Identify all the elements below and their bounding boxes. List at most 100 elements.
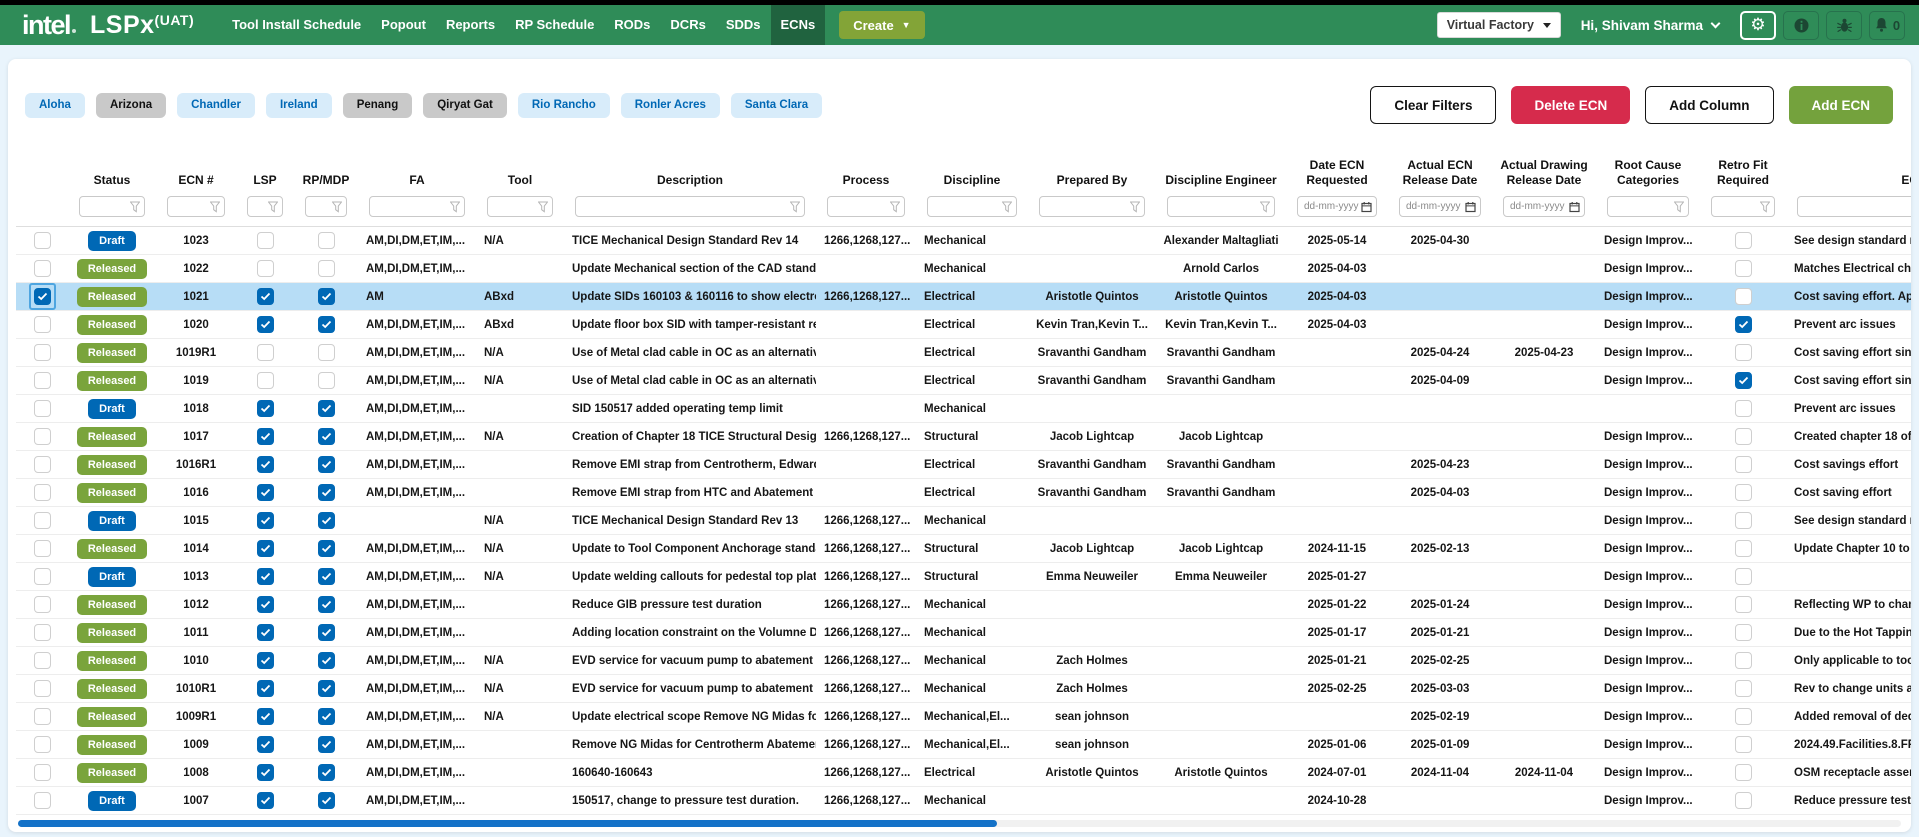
clear-filters-button[interactable]: Clear Filters	[1370, 86, 1496, 124]
filter-funnel-icon[interactable]	[538, 201, 548, 212]
table-row[interactable]: Released1017AM,DI,DM,ET,IM,...N/ACreatio…	[16, 423, 1911, 451]
retro_fit-checkbox[interactable]	[1735, 792, 1752, 809]
status-filter-input[interactable]	[79, 196, 145, 217]
filter-funnel-icon[interactable]	[1674, 201, 1684, 212]
filter-funnel-icon[interactable]	[890, 201, 900, 212]
discipline_engineer-filter-input[interactable]	[1167, 196, 1275, 217]
nav-item-ecns[interactable]: ECNs	[771, 5, 826, 45]
site-chip-ronler-acres[interactable]: Ronler Acres	[621, 93, 720, 118]
description-filter-input[interactable]	[575, 196, 805, 217]
lsp-checkbox[interactable]	[257, 540, 274, 557]
filter-funnel-icon[interactable]	[1260, 201, 1270, 212]
rpmdp-checkbox[interactable]	[318, 512, 335, 529]
calendar-icon[interactable]	[1465, 201, 1476, 212]
row-select-checkbox[interactable]	[34, 568, 51, 585]
retro_fit-checkbox[interactable]	[1735, 568, 1752, 585]
table-row[interactable]: Released1021AMABxdUpdate SIDs 160103 & 1…	[16, 283, 1911, 311]
site-chip-aloha[interactable]: Aloha	[25, 93, 85, 118]
horizontal-scrollbar[interactable]	[18, 820, 1901, 827]
table-row[interactable]: Draft1013AM,DI,DM,ET,IM,...N/AUpdate wel…	[16, 563, 1911, 591]
lsp-checkbox[interactable]	[257, 372, 274, 389]
nav-item-rp-schedule[interactable]: RP Schedule	[505, 5, 604, 45]
add-column-button[interactable]: Add Column	[1645, 86, 1773, 124]
table-row[interactable]: Released1010AM,DI,DM,ET,IM,...N/AEVD ser…	[16, 647, 1911, 675]
actual_ecn_release-filter-input[interactable]: dd-mm-yyyy	[1399, 196, 1481, 217]
site-chip-rio-rancho[interactable]: Rio Rancho	[518, 93, 610, 118]
table-row[interactable]: Released1009R1AM,DI,DM,ET,IM,...N/AUpdat…	[16, 703, 1911, 731]
lsp-checkbox[interactable]	[257, 232, 274, 249]
site-chip-chandler[interactable]: Chandler	[177, 93, 255, 118]
rpmdp-checkbox[interactable]	[318, 792, 335, 809]
row-select-checkbox[interactable]	[34, 680, 51, 697]
rpmdp-checkbox[interactable]	[318, 260, 335, 277]
lsp-filter-input[interactable]	[247, 196, 283, 217]
lsp-checkbox[interactable]	[257, 484, 274, 501]
site-chip-arizona[interactable]: Arizona	[96, 93, 166, 118]
table-row[interactable]: Draft1018AM,DI,DM,ET,IM,...SID 150517 ad…	[16, 395, 1911, 423]
filter-funnel-icon[interactable]	[210, 201, 220, 212]
table-row[interactable]: Released1022AM,DI,DM,ET,IM,...Update Mec…	[16, 255, 1911, 283]
table-row[interactable]: Draft1023AM,DI,DM,ET,IM,...N/ATICE Mecha…	[16, 227, 1911, 255]
rpmdp-checkbox[interactable]	[318, 736, 335, 753]
ecn-filter-input[interactable]	[167, 196, 225, 217]
rpmdp-checkbox[interactable]	[318, 372, 335, 389]
row-select-checkbox[interactable]	[34, 736, 51, 753]
info-button[interactable]	[1783, 11, 1819, 40]
table-row[interactable]: Released1010R1AM,DI,DM,ET,IM,...N/AEVD s…	[16, 675, 1911, 703]
create-button[interactable]: Create ▼	[839, 11, 924, 39]
factory-select[interactable]: Virtual Factory	[1437, 12, 1561, 38]
site-chip-ireland[interactable]: Ireland	[266, 93, 332, 118]
filter-funnel-icon[interactable]	[790, 201, 800, 212]
tool-filter-input[interactable]	[487, 196, 553, 217]
lsp-checkbox[interactable]	[257, 680, 274, 697]
filter-funnel-icon[interactable]	[1130, 201, 1140, 212]
lsp-checkbox[interactable]	[257, 400, 274, 417]
filter-funnel-icon[interactable]	[1002, 201, 1012, 212]
retro_fit-checkbox[interactable]	[1735, 288, 1752, 305]
table-row[interactable]: Released1008AM,DI,DM,ET,IM,...160640-160…	[16, 759, 1911, 787]
table-row[interactable]: Released1019AM,DI,DM,ET,IM,...N/AUse of …	[16, 367, 1911, 395]
discipline-filter-input[interactable]	[927, 196, 1017, 217]
lsp-checkbox[interactable]	[257, 652, 274, 669]
lsp-checkbox[interactable]	[257, 596, 274, 613]
fa-filter-input[interactable]	[369, 196, 465, 217]
nav-item-popout[interactable]: Popout	[371, 5, 436, 45]
filter-funnel-icon[interactable]	[268, 201, 278, 212]
row-select-checkbox[interactable]	[34, 484, 51, 501]
filter-funnel-icon[interactable]	[1760, 201, 1770, 212]
table-row[interactable]: Released1019R1AM,DI,DM,ET,IM,...N/AUse o…	[16, 339, 1911, 367]
retro_fit-checkbox[interactable]	[1735, 652, 1752, 669]
row-select-checkbox[interactable]	[34, 260, 51, 277]
remarks-filter-input[interactable]	[1797, 196, 1911, 217]
actual_drawing_release-filter-input[interactable]: dd-mm-yyyy	[1503, 196, 1585, 217]
nav-item-reports[interactable]: Reports	[436, 5, 505, 45]
row-select-checkbox[interactable]	[34, 708, 51, 725]
lsp-checkbox[interactable]	[257, 456, 274, 473]
date_requested-filter-input[interactable]: dd-mm-yyyy	[1297, 196, 1377, 217]
root_cause-filter-input[interactable]	[1607, 196, 1689, 217]
row-select-checkbox[interactable]	[34, 316, 51, 333]
retro_fit-checkbox[interactable]	[1735, 484, 1752, 501]
rpmdp-checkbox[interactable]	[318, 568, 335, 585]
rpmdp-checkbox[interactable]	[318, 764, 335, 781]
lsp-checkbox[interactable]	[257, 708, 274, 725]
rpmdp-filter-input[interactable]	[305, 196, 347, 217]
row-select-checkbox[interactable]	[34, 792, 51, 809]
table-row[interactable]: Draft1007AM,DI,DM,ET,IM,...150517, chang…	[16, 787, 1911, 815]
lsp-checkbox[interactable]	[257, 288, 274, 305]
retro_fit-checkbox[interactable]	[1735, 232, 1752, 249]
scrollbar-thumb[interactable]	[18, 820, 997, 827]
table-row[interactable]: Released1012AM,DI,DM,ET,IM,...Reduce GIB…	[16, 591, 1911, 619]
retro_fit-checkbox[interactable]	[1735, 512, 1752, 529]
rpmdp-checkbox[interactable]	[318, 596, 335, 613]
filter-funnel-icon[interactable]	[450, 201, 460, 212]
rpmdp-checkbox[interactable]	[318, 232, 335, 249]
site-chip-penang[interactable]: Penang	[343, 93, 413, 118]
process-filter-input[interactable]	[827, 196, 905, 217]
rpmdp-checkbox[interactable]	[318, 708, 335, 725]
filter-funnel-icon[interactable]	[332, 201, 342, 212]
nav-item-dcrs[interactable]: DCRs	[660, 5, 715, 45]
add-ecn-button[interactable]: Add ECN	[1789, 86, 1894, 124]
lsp-checkbox[interactable]	[257, 568, 274, 585]
table-row[interactable]: Released1016AM,DI,DM,ET,IM,...Remove EMI…	[16, 479, 1911, 507]
